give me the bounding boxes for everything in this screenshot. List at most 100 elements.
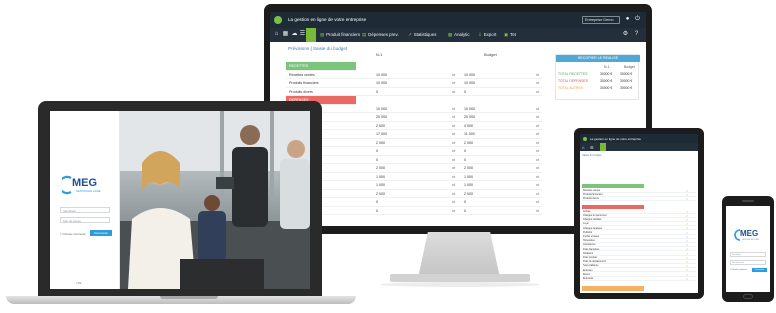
copy-arrow-icon[interactable]: ⇄	[452, 114, 455, 119]
copy-arrow-icon[interactable]: ⇄	[452, 199, 455, 204]
toolbar-item-budget[interactable]: ▧ Produit financiers	[320, 32, 360, 38]
active-module-tile[interactable]	[306, 28, 316, 42]
toolbar-item-statistiques[interactable]: ↗ Statistiques	[408, 32, 436, 38]
copy-arrow-icon[interactable]: ⇄	[536, 191, 539, 196]
copy-arrow-icon[interactable]: ⇄	[452, 208, 455, 213]
cloud-icon[interactable]: ☁	[291, 31, 298, 38]
budget-cell-n1[interactable]: 20 000	[376, 115, 456, 119]
copy-arrow-icon[interactable]: ⇄	[452, 157, 455, 162]
copy-arrow-icon[interactable]: ⇄	[536, 80, 539, 85]
copy-arrow-icon[interactable]: ⇄	[452, 89, 455, 94]
phone-login-button[interactable]: Connexion	[752, 268, 767, 272]
remember-me-checkbox[interactable]: ☐ Rester connecté	[60, 232, 85, 236]
phone-username-field[interactable]: Identifiant	[730, 252, 766, 257]
copy-arrow-icon[interactable]: ⇄	[536, 131, 539, 136]
copy-arrow-icon[interactable]: ⇄	[452, 191, 455, 196]
budget-cell-budget[interactable]: 2 000	[464, 192, 544, 196]
budget-cell-budget[interactable]: 10 000	[464, 73, 544, 77]
copy-arrow-icon[interactable]: ⇄	[452, 165, 455, 170]
copy-arrow-icon[interactable]: ⇄	[536, 174, 539, 179]
copy-arrow-icon[interactable]: ⇄	[536, 182, 539, 187]
copy-arrow-icon[interactable]: ⇄	[452, 140, 455, 145]
budget-cell-budget[interactable]: 0	[464, 158, 544, 162]
toolbar-item-tet[interactable]: ▣ Tet	[504, 32, 516, 38]
password-field[interactable]: Mot de passe	[60, 217, 110, 223]
budget-cell-n1[interactable]: 0	[376, 149, 456, 153]
budget-cell-n1[interactable]: 2 000	[376, 192, 456, 196]
copy-arrow-icon[interactable]: ⇄	[536, 72, 539, 77]
budget-cell-n1[interactable]: 1 000	[376, 175, 456, 179]
copy-arrow-icon[interactable]: ⇄	[452, 148, 455, 153]
copy-arrow-icon[interactable]: ⇄	[536, 208, 539, 213]
phone-remember-checkbox[interactable]: ☐ Rester connecté	[730, 269, 747, 271]
phone-home-button[interactable]	[743, 294, 753, 299]
login-button[interactable]: Connexion	[90, 230, 112, 236]
copy-arrow-icon[interactable]: ⇄	[536, 106, 539, 111]
copy-arrow-icon[interactable]: ⇄	[536, 148, 539, 153]
copy-actuals-button[interactable]: RECOPIER LE REALISÉ	[556, 55, 640, 62]
budget-cell-budget[interactable]: 10 000	[464, 81, 544, 85]
copy-arrow-icon[interactable]: ⇄	[536, 165, 539, 170]
copy-arrow-icon[interactable]: ⇄	[452, 106, 455, 111]
budget-cell-n1[interactable]: 0	[376, 200, 456, 204]
breadcrumb-link[interactable]: Prévisions	[288, 46, 309, 51]
budget-cell-n1[interactable]: 1 000	[376, 183, 456, 187]
tablet-home-icon[interactable]: ⌂	[582, 145, 584, 150]
copy-arrow-icon[interactable]: ⇄	[536, 114, 539, 119]
phone-password-field[interactable]: Mot de passe	[730, 260, 766, 265]
toolbar-item-depenses[interactable]: ▤ Dépenses prev.	[362, 32, 399, 38]
check-icon[interactable]: ✓	[686, 277, 689, 281]
budget-cell-budget[interactable]: 2 000	[464, 166, 544, 170]
copy-arrow-icon[interactable]: ⇄	[452, 123, 455, 128]
budget-cell-budget[interactable]: 10 000	[464, 107, 544, 111]
budget-cell-budget[interactable]: 2 000	[464, 141, 544, 145]
budget-cell-budget[interactable]: 11 000	[464, 132, 544, 136]
copy-arrow-icon[interactable]: ⇄	[452, 131, 455, 136]
budget-cell-budget[interactable]: 1 000	[464, 183, 544, 187]
settings-icon[interactable]: ⚙	[622, 31, 629, 38]
copy-arrow-icon[interactable]: ⇄	[536, 157, 539, 162]
copy-arrow-icon[interactable]: ⇄	[452, 174, 455, 179]
tablet-toolbar: ⌂ ☰	[580, 143, 698, 151]
budget-cell-n1[interactable]: 0	[376, 209, 456, 213]
budget-cell-budget[interactable]: 0	[464, 200, 544, 204]
copy-arrow-icon[interactable]: ⇄	[536, 140, 539, 145]
toolbar-item-analytic[interactable]: ▩ Analytic	[448, 32, 470, 38]
grid-icon[interactable]: ▦	[282, 31, 289, 38]
budget-cell-budget[interactable]: 0	[464, 90, 544, 94]
budget-cell-n1[interactable]: 10 000	[376, 73, 456, 77]
meg-logo-text: MEG	[72, 177, 98, 189]
help-icon[interactable]: ?	[633, 31, 640, 38]
copy-arrow-icon[interactable]: ⇄	[452, 80, 455, 85]
budget-cell-budget[interactable]: 4 000	[464, 124, 544, 128]
budget-cell-n1[interactable]: 10 000	[376, 107, 456, 111]
budget-cell-budget[interactable]: 20 000	[464, 115, 544, 119]
budget-cell-budget[interactable]: 1 000	[464, 175, 544, 179]
user-icon[interactable]: ●	[624, 16, 631, 23]
budget-cell-budget[interactable]: 0	[464, 149, 544, 153]
budget-cell-n1[interactable]: 17 000	[376, 132, 456, 136]
budget-cell-n1[interactable]: 2 000	[376, 124, 456, 128]
tablet-active-tile[interactable]	[600, 143, 606, 151]
copy-arrow-icon[interactable]: ⇄	[452, 72, 455, 77]
copy-arrow-icon[interactable]: ⇄	[452, 182, 455, 187]
copy-arrow-icon[interactable]: ⇄	[536, 199, 539, 204]
tablet-row-label: Charges locatives	[583, 226, 603, 230]
budget-cell-n1[interactable]: 10 000	[376, 81, 456, 85]
menu-icon[interactable]: ☰	[299, 31, 306, 38]
budget-cell-n1[interactable]: 0	[376, 158, 456, 162]
company-select[interactable]: Entreprise Demo	[582, 16, 620, 24]
check-icon[interactable]: ✓	[686, 197, 689, 201]
home-icon[interactable]: ⌂	[273, 31, 280, 38]
copy-arrow-icon[interactable]: ⇄	[536, 89, 539, 94]
username-field[interactable]: Identifiant	[60, 207, 110, 213]
tablet-row-label: Charges sociales	[583, 218, 602, 222]
budget-cell-n1[interactable]: 0	[376, 90, 456, 94]
budget-cell-n1[interactable]: 2 000	[376, 141, 456, 145]
budget-cell-budget[interactable]: 0	[464, 209, 544, 213]
copy-arrow-icon[interactable]: ⇄	[536, 123, 539, 128]
toolbar-item-export[interactable]: ⇩ Export	[478, 32, 496, 38]
tablet-menu-icon[interactable]: ☰	[590, 145, 594, 150]
power-icon[interactable]: ⏻	[634, 16, 641, 23]
budget-cell-n1[interactable]: 2 000	[376, 166, 456, 170]
